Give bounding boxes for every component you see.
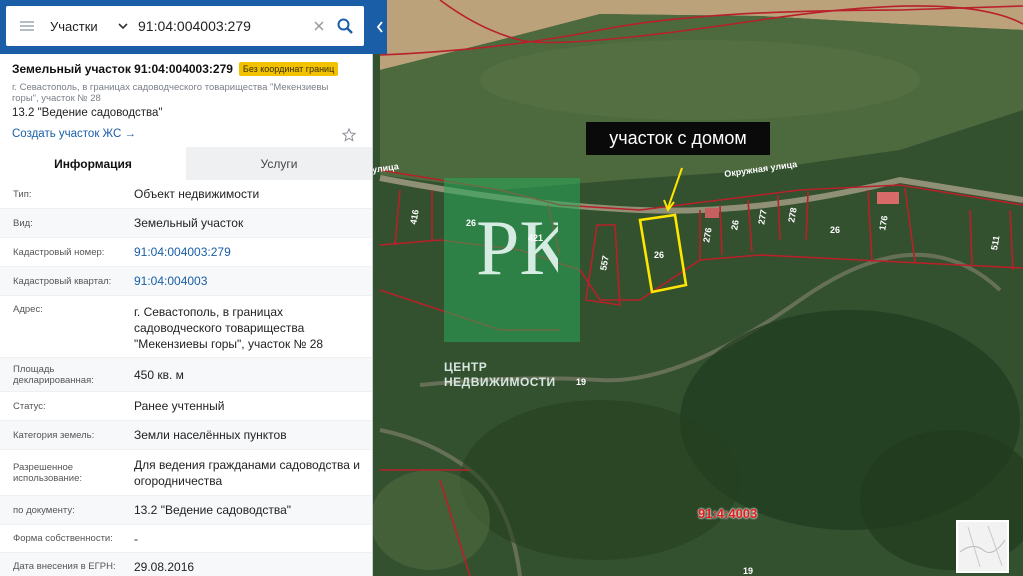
parcel-label[interactable]: 26: [830, 225, 840, 235]
row-value: Объект недвижимости: [134, 187, 260, 201]
object-type-select[interactable]: Участки: [50, 19, 114, 34]
minimap-roads-icon: [959, 525, 1006, 568]
search-input[interactable]: 91:04:004003:279: [138, 18, 312, 34]
row-value: г. Севастополь, в границах садоводческог…: [134, 305, 324, 351]
tab-services[interactable]: Услуги: [186, 147, 372, 180]
cadastral-number-link[interactable]: 91:04:004003:279: [122, 244, 372, 260]
row-label: Тип:: [13, 188, 32, 200]
road-marker: 19: [576, 377, 587, 387]
purpose-line: 13.2 "Ведение садоводства": [12, 107, 163, 119]
search-bar: Участки 91:04:004003:279: [0, 0, 373, 54]
row-label: Дата внесения в ЕГРН:: [13, 561, 116, 572]
row-label: Разрешенное использование:: [13, 461, 83, 484]
house-callout: участок с домом: [586, 122, 770, 155]
table-row: Адрес: г. Севастополь, в границах садово…: [0, 296, 372, 358]
row-label: Статус:: [13, 400, 46, 412]
row-label: по документу:: [13, 504, 75, 516]
row-label: Форма собственности:: [13, 533, 113, 544]
table-row: Кадастровый номер: 91:04:004003:279: [0, 238, 372, 267]
star-icon[interactable]: [342, 128, 356, 142]
watermark-logo: РК: [476, 204, 558, 291]
panel-title: Земельный участок 91:04:004003:279: [12, 62, 233, 76]
row-value: Для ведения гражданами садоводства и ого…: [134, 457, 360, 488]
search-box: Участки 91:04:004003:279: [6, 6, 364, 46]
row-label: Кадастровый номер:: [13, 246, 105, 258]
collapse-panel-button[interactable]: [373, 0, 387, 54]
row-value: 450 кв. м: [134, 367, 184, 382]
table-row: Категория земель: Земли населённых пункт…: [0, 421, 372, 450]
info-table: Тип: Объект недвижимости Вид: Земельный …: [0, 180, 372, 576]
row-value: Ранее учтенный: [134, 399, 225, 413]
table-row: Разрешенное использование: Для ведения г…: [0, 450, 372, 496]
row-label: Площадь декларированная:: [13, 363, 94, 386]
table-row: Статус: Ранее учтенный: [0, 392, 372, 421]
menu-icon[interactable]: [20, 21, 34, 31]
row-label: Адрес:: [13, 304, 43, 315]
row-label: Кадастровый квартал:: [13, 275, 112, 287]
row-label: Вид:: [13, 217, 33, 229]
create-plot-link[interactable]: Создать участок ЖС →: [12, 128, 136, 140]
watermark-text: ЦЕНТР НЕДВИЖИМОСТИ: [444, 360, 556, 390]
address-line: г. Севастополь, в границах садоводческог…: [12, 82, 329, 104]
table-row: Дата внесения в ЕГРН: 29.08.2016: [0, 553, 372, 576]
table-row: Тип: Объект недвижимости: [0, 180, 372, 209]
table-row: Форма собственности: -: [0, 525, 372, 553]
minimap[interactable]: [956, 520, 1009, 573]
row-value: 29.08.2016: [134, 559, 195, 574]
parcel-label[interactable]: 26: [466, 218, 476, 228]
row-value: Земельный участок: [134, 216, 244, 230]
table-row: по документу: 13.2 "Ведение садоводства": [0, 496, 372, 525]
chevron-down-icon[interactable]: [116, 19, 130, 33]
info-panel: Земельный участок 91:04:004003:279 Без к…: [0, 54, 373, 576]
table-row: Кадастровый квартал: 91:04:004003: [0, 267, 372, 296]
tab-bar: Информация Услуги: [0, 147, 372, 180]
row-value: 13.2 "Ведение садоводства": [134, 503, 292, 517]
watermark-line-1: ЦЕНТР: [444, 360, 488, 374]
search-icon[interactable]: [336, 17, 354, 35]
close-icon[interactable]: [312, 19, 326, 33]
row-label: Категория земель:: [13, 429, 95, 441]
watermark-logo-text: РК: [476, 204, 558, 291]
chevron-left-icon: [376, 21, 383, 33]
table-row: Вид: Земельный участок: [0, 209, 372, 238]
watermark-line-2: НЕДВИЖИМОСТИ: [444, 375, 556, 389]
road-marker: 19: [743, 566, 754, 576]
row-value: Земли населённых пунктов: [134, 428, 287, 442]
row-value: -: [134, 531, 138, 546]
title-row: Земельный участок 91:04:004003:279 Без к…: [12, 62, 339, 76]
cadastral-quarter-label[interactable]: 91:4:4003: [698, 506, 757, 521]
table-row: Площадь декларированная: 450 кв. м: [0, 358, 372, 392]
parcel-label[interactable]: 26: [729, 219, 741, 231]
status-badge: Без координат границ: [238, 62, 339, 76]
tab-information[interactable]: Информация: [0, 147, 186, 180]
selected-parcel-label[interactable]: 26: [654, 250, 664, 260]
parcel-label[interactable]: 421: [528, 233, 543, 243]
cadastral-quarter-link[interactable]: 91:04:004003: [122, 273, 372, 289]
